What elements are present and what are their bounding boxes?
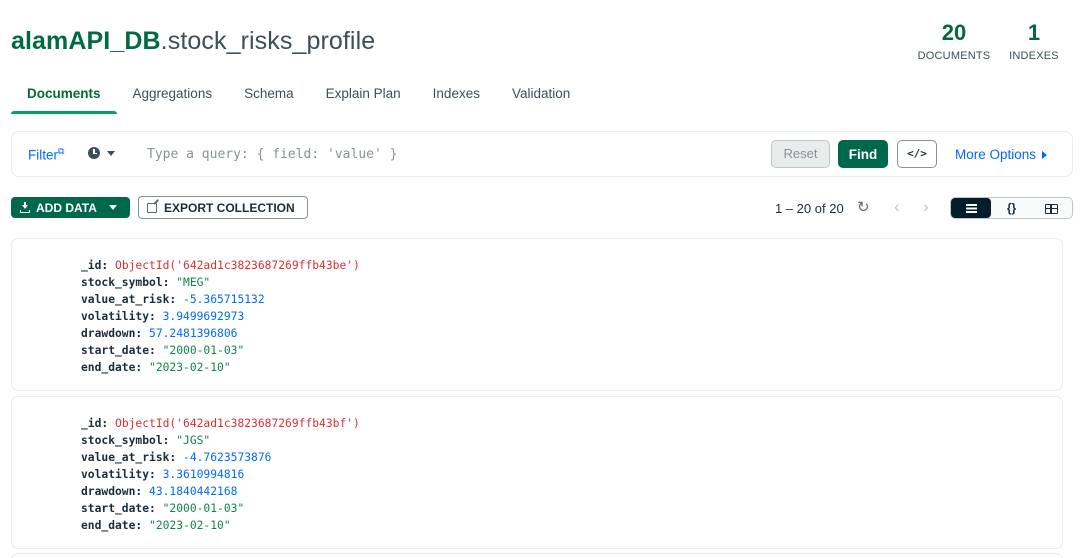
document-field-volatility: volatility: 3.3610994816 bbox=[81, 468, 245, 481]
document-card[interactable] bbox=[11, 553, 1063, 558]
document-card[interactable]: _id: ObjectId('642ad1c3823687269ffb43be'… bbox=[11, 238, 1063, 391]
view-switcher: {} bbox=[950, 197, 1073, 219]
document-field-end-date: end_date: "2023-02-10" bbox=[81, 361, 231, 374]
export-label: EXPORT COLLECTION bbox=[164, 200, 295, 215]
pagination-text: 1 – 20 of 20 bbox=[775, 201, 844, 216]
tab-indexes[interactable]: Indexes bbox=[417, 78, 496, 114]
list-view-button[interactable] bbox=[951, 198, 992, 218]
prev-page-icon[interactable]: ‹ bbox=[894, 198, 900, 215]
document-field-stock-symbol: stock_symbol: "JGS" bbox=[81, 434, 211, 447]
page-title: alamAPI_DB.stock_risks_profile bbox=[11, 27, 375, 56]
find-button[interactable]: Find bbox=[838, 140, 888, 168]
documents-stat: 20 DOCUMENTS bbox=[914, 20, 994, 62]
caret-right-icon bbox=[1042, 150, 1048, 159]
document-field-value-at-risk: value_at_risk: -4.7623573876 bbox=[81, 451, 272, 464]
document-field-volatility: volatility: 3.9499692973 bbox=[81, 310, 245, 323]
documents-count: 20 bbox=[941, 20, 967, 45]
collection-header: alamAPI_DB.stock_risks_profile 20 DOCUME… bbox=[0, 0, 1084, 80]
filter-link[interactable]: Filter⧉ bbox=[28, 146, 64, 163]
indexes-label: INDEXES bbox=[1009, 50, 1059, 62]
tab-aggregations[interactable]: Aggregations bbox=[117, 78, 229, 114]
indexes-stat: 1 INDEXES bbox=[1006, 20, 1062, 62]
document-field-stock-symbol: stock_symbol: "MEG" bbox=[81, 276, 211, 289]
document-field-start-date: start_date: "2000-01-03" bbox=[81, 502, 245, 515]
add-data-button[interactable]: ADD DATA bbox=[11, 197, 130, 218]
table-view-button[interactable] bbox=[1032, 198, 1072, 218]
document-field-id: _id: ObjectId('642ad1c3823687269ffb43be'… bbox=[81, 259, 360, 272]
tab-schema[interactable]: Schema bbox=[228, 78, 310, 114]
tab-explain-plan[interactable]: Explain Plan bbox=[310, 78, 417, 114]
tab-documents[interactable]: Documents bbox=[11, 78, 117, 114]
next-page-icon[interactable]: › bbox=[923, 198, 929, 215]
table-icon bbox=[1045, 203, 1059, 214]
collection-tabs: Documents Aggregations Schema Explain Pl… bbox=[11, 78, 586, 114]
external-link-icon: ⧉ bbox=[58, 146, 65, 156]
code-icon[interactable]: </> bbox=[897, 140, 937, 168]
filter-label: Filter bbox=[28, 147, 58, 163]
documents-label: DOCUMENTS bbox=[917, 50, 991, 62]
document-card[interactable]: _id: ObjectId('642ad1c3823687269ffb43bf'… bbox=[11, 396, 1063, 549]
query-history-button[interactable] bbox=[88, 147, 115, 159]
add-data-label: ADD DATA bbox=[36, 200, 97, 215]
document-field-drawdown: drawdown: 43.1840442168 bbox=[81, 485, 238, 498]
export-collection-button[interactable]: EXPORT COLLECTION bbox=[138, 196, 308, 219]
document-field-end-date: end_date: "2023-02-10" bbox=[81, 519, 231, 532]
query-input[interactable] bbox=[140, 140, 760, 168]
download-icon bbox=[20, 202, 30, 213]
query-bar: Filter⧉ Reset Find </> More Options bbox=[11, 131, 1073, 177]
more-options-button[interactable]: More Options bbox=[955, 147, 1048, 162]
database-name: alamAPI_DB bbox=[11, 27, 161, 55]
tab-validation[interactable]: Validation bbox=[496, 78, 586, 114]
chevron-down-icon bbox=[108, 205, 117, 210]
document-field-id: _id: ObjectId('642ad1c3823687269ffb43bf'… bbox=[81, 417, 360, 430]
document-field-start-date: start_date: "2000-01-03" bbox=[81, 344, 245, 357]
collection-name: .stock_risks_profile bbox=[160, 27, 376, 55]
documents-toolbar: ADD DATA EXPORT COLLECTION 1 – 20 of 20 … bbox=[0, 196, 1084, 220]
json-view-button[interactable]: {} bbox=[991, 198, 1031, 218]
export-icon bbox=[147, 202, 157, 213]
reset-button[interactable]: Reset bbox=[771, 140, 830, 168]
refresh-icon[interactable]: ↻ bbox=[857, 200, 870, 215]
document-field-value-at-risk: value_at_risk: -5.365715132 bbox=[81, 293, 265, 306]
clock-icon bbox=[88, 147, 100, 159]
list-icon bbox=[965, 204, 977, 214]
more-options-label: More Options bbox=[955, 147, 1037, 162]
document-field-drawdown: drawdown: 57.2481396806 bbox=[81, 327, 238, 340]
indexes-count: 1 bbox=[1027, 20, 1041, 45]
chevron-down-icon bbox=[107, 150, 115, 156]
